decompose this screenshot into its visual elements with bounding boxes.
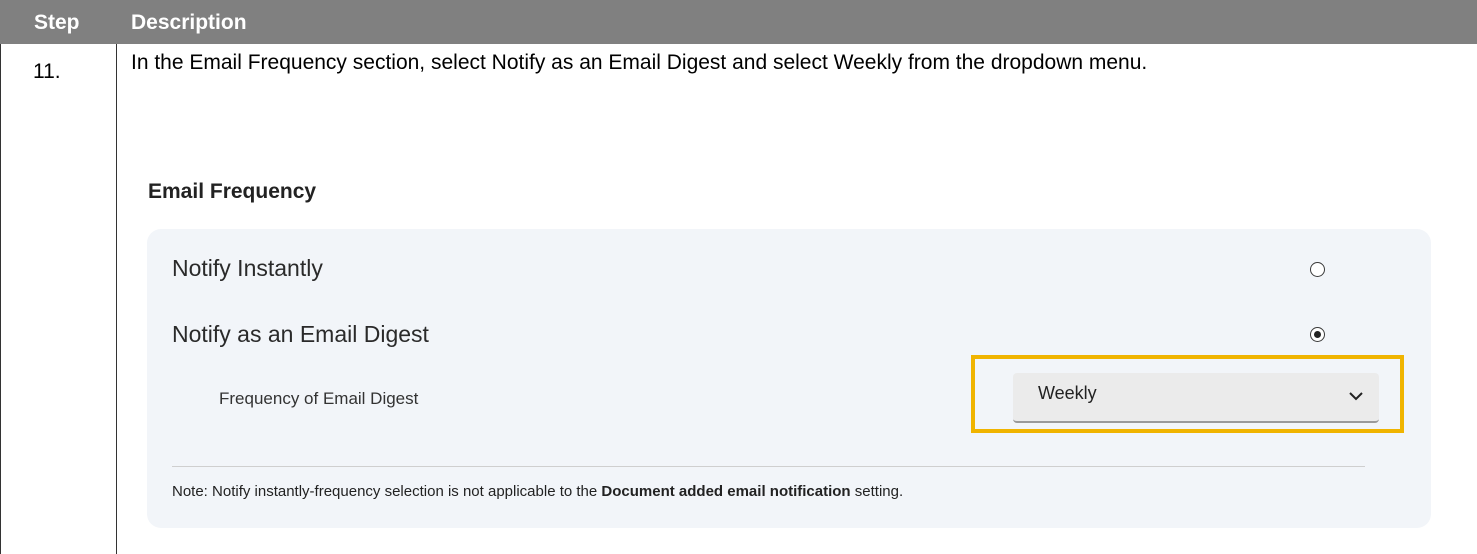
note-text: Note: Notify instantly-frequency selecti… <box>172 483 903 500</box>
option-notify-instantly-label: Notify Instantly <box>172 255 323 281</box>
step-instruction: In the Email Frequency section, select N… <box>131 51 1148 74</box>
note-bold: Document added email notification <box>601 483 851 500</box>
header-step: Step <box>34 11 80 34</box>
table-border-left <box>0 44 1 554</box>
table-column-divider <box>116 44 117 554</box>
radio-unselected-icon[interactable] <box>1310 262 1325 277</box>
table-header-row: Step Description <box>0 0 1477 44</box>
radio-selected-icon[interactable] <box>1310 327 1325 342</box>
option-email-digest-label: Notify as an Email Digest <box>172 321 429 347</box>
instruction-table: Step Description 11. In the Email Freque… <box>0 0 1477 554</box>
email-frequency-panel: Notify Instantly Notify as an Email Dige… <box>147 229 1431 528</box>
email-frequency-title: Email Frequency <box>148 180 317 203</box>
note-suffix: setting. <box>850 483 904 500</box>
note-prefix: Note: Notify instantly-frequency selecti… <box>172 483 602 500</box>
frequency-of-email-digest-label: Frequency of Email Digest <box>219 389 419 408</box>
digest-frequency-dropdown[interactable]: Weekly <box>1013 373 1379 423</box>
chevron-down-icon <box>1349 392 1363 401</box>
panel-divider <box>172 466 1365 467</box>
dropdown-selected-value: Weekly <box>1038 383 1097 403</box>
header-description: Description <box>131 11 247 34</box>
step-number: 11. <box>33 60 61 83</box>
